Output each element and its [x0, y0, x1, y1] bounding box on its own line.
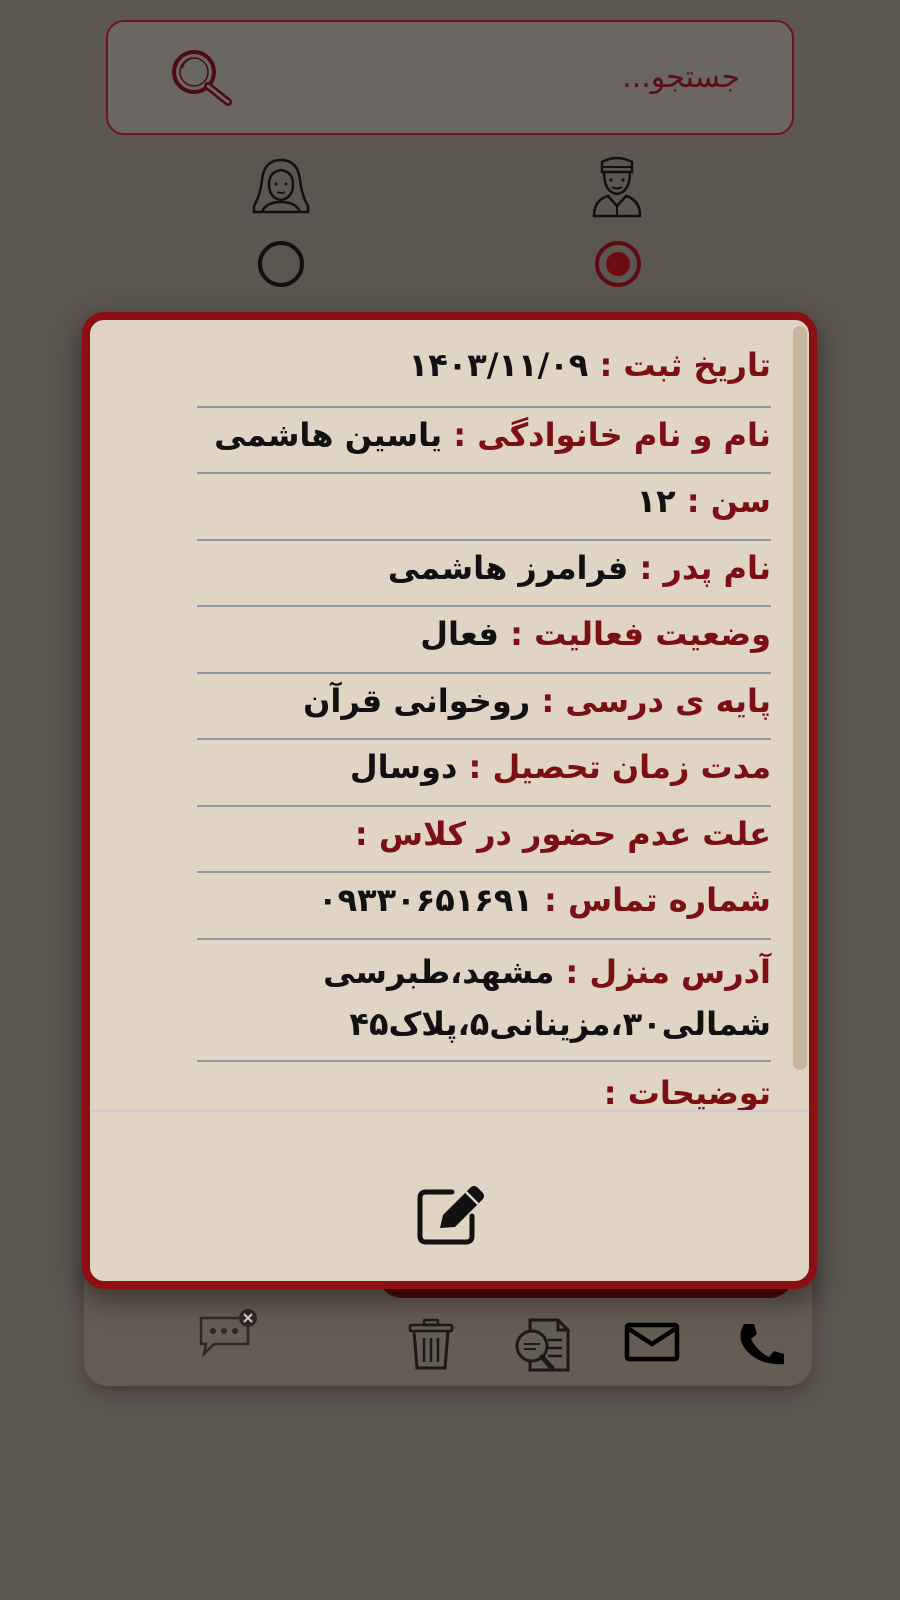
mail-icon[interactable] — [624, 1322, 680, 1362]
detail-row-full-name: نام و نام خانوادگی : یاسین هاشمی — [197, 408, 771, 474]
document-search-icon[interactable] — [512, 1318, 572, 1372]
edit-button[interactable] — [416, 1182, 486, 1246]
details-list: تاریخ ثبت : ۱۴۰۳/۱۱/۰۹ نام و نام خانوادگ… — [90, 320, 809, 1110]
details-scrollbar[interactable] — [793, 326, 807, 1070]
male-icon — [592, 156, 642, 218]
female-radio[interactable] — [258, 241, 304, 287]
detail-row-father-name: نام پدر : فرامرز هاشمی — [197, 541, 771, 607]
message-icon[interactable] — [198, 1308, 260, 1358]
detail-label: آدرس منزل : — [565, 953, 771, 991]
search-icon[interactable] — [166, 46, 238, 110]
detail-label: پایه ی درسی : — [541, 682, 771, 720]
detail-label: توضیحات : — [603, 1074, 771, 1110]
detail-value: فعال — [420, 615, 499, 653]
modal-divider — [90, 1110, 809, 1112]
male-radio[interactable] — [595, 241, 641, 287]
detail-label: علت عدم حضور در کلاس : — [354, 815, 771, 853]
detail-row-activity-status: وضعیت فعالیت : فعال — [197, 607, 771, 674]
page: تاریخ ثبت : ۱۴۰۳/۱۱/۰۹ نام و نام خانوادگ… — [0, 0, 900, 1600]
detail-value: روخوانی قرآن — [303, 682, 531, 720]
detail-label: وضعیت فعالیت : — [510, 615, 771, 653]
phone-icon[interactable] — [736, 1322, 788, 1366]
search-bar — [106, 20, 794, 135]
female-icon — [252, 158, 310, 214]
detail-label: نام پدر : — [639, 549, 771, 587]
detail-label: شماره تماس : — [544, 881, 771, 919]
detail-row-registration-date: تاریخ ثبت : ۱۴۰۳/۱۱/۰۹ — [197, 338, 771, 408]
detail-label: سن : — [686, 482, 771, 520]
edit-icon — [417, 1186, 484, 1245]
detail-value: دوسال — [349, 748, 458, 786]
detail-label: تاریخ ثبت : — [599, 346, 771, 384]
trash-icon[interactable] — [408, 1318, 454, 1370]
detail-row-grade: پایه ی درسی : روخوانی قرآن — [197, 674, 771, 740]
student-details-modal: تاریخ ثبت : ۱۴۰۳/۱۱/۰۹ نام و نام خانوادگ… — [82, 312, 817, 1289]
detail-value: ۰۹۳۳۰۶۵۱۶۹۱ — [318, 881, 533, 919]
search-input[interactable] — [320, 60, 740, 95]
detail-value: یاسین هاشمی — [214, 416, 443, 454]
detail-label: مدت زمان تحصیل : — [468, 748, 771, 786]
detail-row-absence-reason: علت عدم حضور در کلاس : — [197, 807, 771, 873]
detail-value: ۱۴۰۳/۱۱/۰۹ — [408, 346, 589, 384]
detail-row-phone: شماره تماس : ۰۹۳۳۰۶۵۱۶۹۱ — [197, 873, 771, 940]
detail-value: ۱۲ — [636, 482, 676, 520]
detail-row-notes: توضیحات : — [197, 1062, 771, 1110]
detail-row-study-duration: مدت زمان تحصیل : دوسال — [197, 740, 771, 807]
detail-value: فرامرز هاشمی — [387, 549, 629, 587]
detail-row-address: آدرس منزل : مشهد،طبرسی شمالی۳۰،مزینانی۵،… — [197, 940, 771, 1062]
detail-label: نام و نام خانوادگی : — [453, 416, 771, 454]
detail-row-age: سن : ۱۲ — [197, 474, 771, 541]
